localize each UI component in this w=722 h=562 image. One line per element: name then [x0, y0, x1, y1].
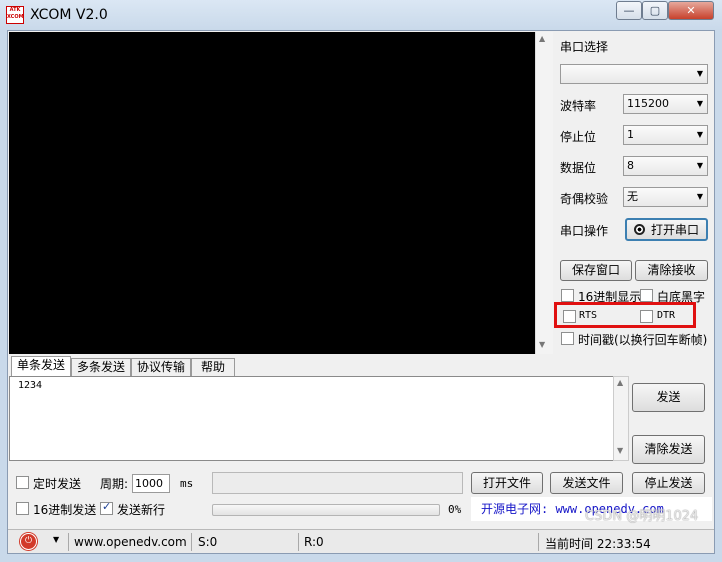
parity-label: 奇偶校验	[560, 192, 609, 206]
hex-display-checkbox[interactable]	[561, 289, 574, 302]
scroll-up-icon[interactable]: ▲	[539, 34, 545, 43]
port-select-label: 串口选择	[560, 40, 609, 54]
status-divider	[68, 533, 69, 551]
baud-label: 波特率	[560, 99, 597, 113]
data-bits-value: 8	[627, 159, 634, 172]
tab-help[interactable]: 帮助	[191, 358, 235, 376]
timed-send-checkbox[interactable]	[16, 476, 29, 489]
rts-checkbox[interactable]	[563, 310, 576, 323]
clear-receive-button[interactable]: 清除接收	[635, 260, 708, 281]
status-url[interactable]: www.openedv.com	[74, 535, 187, 549]
period-label: 周期:	[100, 477, 129, 491]
file-path-field[interactable]	[212, 472, 463, 494]
scroll-up-icon[interactable]: ▲	[617, 378, 623, 387]
send-progress-bar	[212, 504, 440, 516]
status-divider	[298, 533, 299, 551]
open-file-button[interactable]: 打开文件	[471, 472, 543, 494]
chevron-down-icon: ▼	[696, 130, 703, 139]
app-window: ATK XCOM XCOM V2.0 — ▢ ✕ ▲ ▼ 串口选择 ▼ 波特率 1…	[0, 0, 722, 562]
clear-send-button[interactable]: 清除发送	[632, 435, 705, 464]
progress-percent: 0%	[448, 503, 462, 516]
rts-label: RTS	[579, 310, 598, 321]
data-bits-label: 数据位	[560, 161, 597, 175]
chevron-down-icon: ▼	[696, 69, 703, 78]
maximize-button[interactable]: ▢	[642, 1, 668, 20]
send-textarea[interactable]: 1234	[9, 376, 615, 461]
minimize-button[interactable]: —	[616, 1, 642, 20]
current-time: 当前时间 22:33:54	[545, 537, 651, 551]
port-select[interactable]: ▼	[560, 64, 708, 84]
parity-select[interactable]: 无 ▼	[623, 187, 708, 207]
receive-display[interactable]	[9, 32, 535, 354]
open-port-button[interactable]: 打开串口	[625, 218, 708, 241]
tab-multi-send[interactable]: 多条发送	[71, 358, 131, 376]
send-tabs: 单条发送 多条发送 协议传输 帮助	[9, 356, 609, 377]
stop-bits-select[interactable]: 1 ▼	[623, 125, 708, 145]
hex-send-checkbox[interactable]	[16, 502, 29, 515]
dtr-checkbox[interactable]	[640, 310, 653, 323]
stop-bits-value: 1	[627, 128, 634, 141]
power-icon[interactable]: ⏻	[20, 533, 37, 550]
parity-value: 无	[627, 190, 638, 203]
baud-select[interactable]: 115200 ▼	[623, 94, 708, 114]
send-file-button[interactable]: 发送文件	[550, 472, 623, 494]
received-count: R:0	[304, 535, 324, 549]
stop-send-button[interactable]: 停止发送	[632, 472, 705, 494]
scroll-down-icon[interactable]: ▼	[539, 340, 545, 349]
scroll-down-icon[interactable]: ▼	[617, 446, 623, 455]
chevron-down-icon: ▼	[696, 161, 703, 170]
save-window-button[interactable]: 保存窗口	[560, 260, 632, 281]
chevron-down-icon[interactable]: ▼	[53, 535, 59, 544]
newline-checkbox[interactable]	[100, 500, 113, 515]
status-bar: ⏻ ▼ www.openedv.com S:0 R:0 当前时间 22:33:5…	[8, 529, 714, 553]
status-divider	[538, 533, 539, 551]
port-status-icon	[633, 224, 645, 235]
client-area: ▲ ▼ 串口选择 ▼ 波特率 115200 ▼ 停止位 1 ▼ 数据位 8 ▼ …	[7, 30, 715, 554]
window-title: XCOM V2.0	[30, 7, 108, 23]
send-button[interactable]: 发送	[632, 383, 705, 412]
open-port-label: 打开串口	[650, 223, 699, 237]
tab-protocol[interactable]: 协议传输	[131, 358, 191, 376]
app-logo-icon: ATK XCOM	[6, 6, 24, 24]
timed-send-label: 定时发送	[33, 477, 82, 491]
chevron-down-icon: ▼	[696, 192, 703, 201]
tab-single-send[interactable]: 单条发送	[11, 356, 71, 377]
serial-op-label: 串口操作	[560, 224, 609, 238]
close-button[interactable]: ✕	[668, 1, 714, 20]
timestamp-checkbox[interactable]	[561, 332, 574, 345]
period-input[interactable]: 1000	[132, 474, 170, 493]
send-scrollbar[interactable]: ▲ ▼	[613, 376, 629, 461]
receive-scrollbar[interactable]: ▲ ▼	[535, 32, 553, 354]
baud-value: 115200	[627, 97, 669, 110]
data-bits-select[interactable]: 8 ▼	[623, 156, 708, 176]
period-unit: ms	[180, 477, 194, 490]
sent-count: S:0	[198, 535, 218, 549]
status-divider	[191, 533, 192, 551]
dtr-label: DTR	[657, 310, 676, 321]
chevron-down-icon: ▼	[696, 99, 703, 108]
stop-bits-label: 停止位	[560, 130, 597, 144]
hex-send-label: 16进制发送	[33, 503, 97, 517]
watermark: CSDN @明明1024	[585, 509, 699, 524]
timestamp-label: 时间戳(以换行回车断帧)	[578, 333, 708, 347]
newline-label: 发送新行	[117, 503, 166, 517]
title-bar[interactable]: ATK XCOM XCOM V2.0 — ▢ ✕	[0, 0, 722, 30]
white-bg-checkbox[interactable]	[640, 289, 653, 302]
